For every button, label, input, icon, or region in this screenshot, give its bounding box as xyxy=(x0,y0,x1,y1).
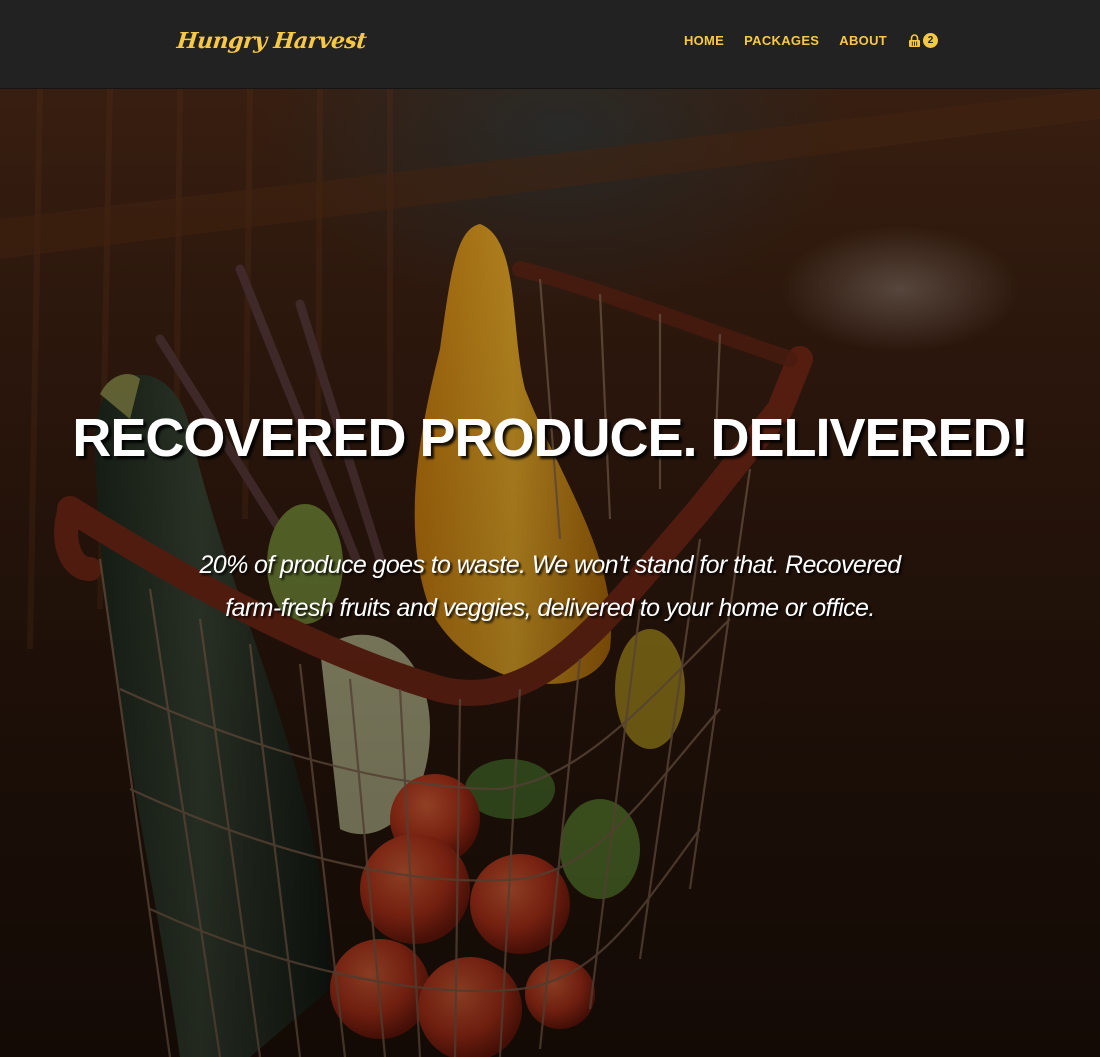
nav-links: HOME PACKAGES ABOUT 2 xyxy=(664,33,938,48)
nav-link-packages[interactable]: PACKAGES xyxy=(744,33,819,48)
nav-link-about[interactable]: ABOUT xyxy=(839,33,887,48)
hero-section: RECOVERED PRODUCE. DELIVERED! 20% of pro… xyxy=(0,89,1100,1057)
nav-link-home[interactable]: HOME xyxy=(684,33,724,48)
navbar: Hungry Harvest HOME PACKAGES ABOUT 2 xyxy=(0,0,1100,89)
brand-logo[interactable]: Hungry Harvest xyxy=(176,28,368,54)
hero-title: RECOVERED PRODUCE. DELIVERED! xyxy=(72,408,1028,468)
cart-count-badge: 2 xyxy=(923,33,938,48)
cart-button[interactable]: 2 xyxy=(908,33,938,48)
hero-subtitle: 20% of produce goes to waste. We won't s… xyxy=(199,551,901,622)
shopping-basket-icon xyxy=(908,33,921,48)
